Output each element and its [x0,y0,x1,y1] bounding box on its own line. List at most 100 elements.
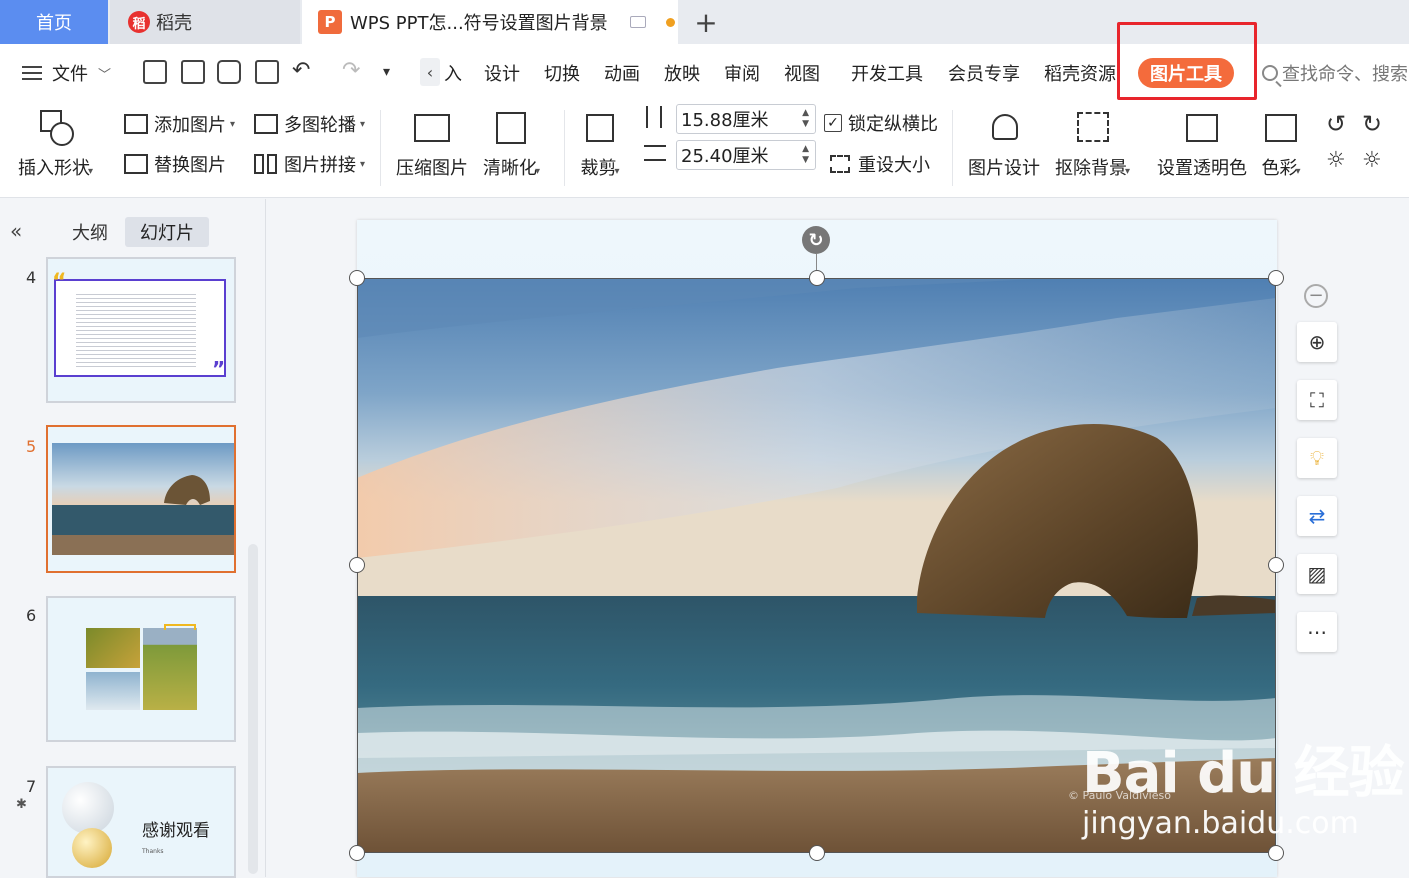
search-icon [1262,65,1278,81]
resize-handle-left[interactable] [349,557,365,573]
color-button[interactable]: 色彩▾ [1261,108,1301,180]
insert-shape-label: 插入形状 [18,158,90,179]
tab-home-label: 首页 [36,13,72,34]
brightness-up-icon[interactable]: ☼ [1326,148,1346,173]
tab-document[interactable]: P WPS PPT怎...符号设置图片背景 [302,0,678,44]
set-transparent-label: 设置透明色 [1157,158,1247,179]
slide-thumbnail-6[interactable] [46,596,236,742]
unsaved-dot-icon [665,17,675,27]
print-preview-icon[interactable] [255,60,279,84]
ribbon-separator [380,110,381,186]
tab-daoke-label: 稻壳 [156,13,192,34]
height-input[interactable]: 15.88厘米 ▲ ▼ [676,104,816,134]
rotate-handle-icon[interactable]: ↻ [802,226,830,254]
slide6-photo-3 [143,628,197,710]
float-crop-button[interactable]: ⛶ [1297,380,1337,420]
reset-size-label: 重设大小 [858,155,930,176]
hamburger-icon [22,66,42,80]
menu-animation[interactable]: 动画 [604,60,640,86]
collapse-panel-icon[interactable]: « [10,219,22,243]
slide6-photo-2 [86,672,140,710]
slide-thumbnail-7[interactable]: 感谢观看 Thanks [46,766,236,878]
slide5-thumb-photo [52,443,234,555]
slide-number: 7 [26,777,37,796]
tab-daoke[interactable]: 稻 稻壳 [110,0,300,44]
image-replace-icon [124,153,148,175]
tab-outline[interactable]: 大纲 [62,217,118,247]
reset-size-button[interactable]: 重设大小 [828,151,930,177]
remove-background-button[interactable]: 抠除背景▾ [1055,108,1130,180]
resize-handle-right[interactable] [1268,557,1284,573]
export-icon[interactable] [181,60,205,84]
slide-number: 6 [26,606,37,625]
compress-picture-button[interactable]: 压缩图片 [396,108,468,180]
menu-review[interactable]: 审阅 [724,60,760,86]
rotate-right-icon[interactable]: ↻ [1362,110,1382,138]
tab-slides[interactable]: 幻灯片 [125,217,209,247]
compress-label: 压缩图片 [396,158,468,179]
slide6-photo-1 [86,628,140,668]
undo-icon[interactable]: ↶ [292,58,310,83]
redo-icon[interactable]: ↷ [342,58,360,83]
checkbox-checked-icon: ✓ [824,114,842,132]
menu-daoke-resources[interactable]: 稻壳资源 [1044,60,1116,86]
menu-membership[interactable]: 会员专享 [948,60,1020,86]
set-transparent-button[interactable]: 设置透明色 [1157,108,1247,180]
convert-icon: ⇄ [1308,504,1326,528]
slide4-text-lines [76,291,196,367]
slide-thumbnail-5[interactable] [46,425,236,573]
width-input[interactable]: 25.40厘米 ▲ ▼ [676,140,816,170]
menu-insert[interactable]: 入 [444,60,462,86]
more-button[interactable]: ⋯ [1297,612,1337,652]
fill-button[interactable]: ▨ [1297,554,1337,594]
monitor-icon[interactable] [629,16,646,28]
width-spinner[interactable]: ▲ ▼ [802,144,809,166]
customize-quick-access-icon[interactable]: ▾ [383,64,390,80]
new-tab-button[interactable]: + [690,6,722,39]
menu-design[interactable]: 设计 [484,60,520,86]
watermark-url: jingyan.baidu.com [1082,806,1359,841]
print-icon[interactable] [217,60,241,84]
resize-handle-top[interactable] [809,270,825,286]
resize-handle-top-left[interactable] [349,270,365,286]
save-icon[interactable] [143,60,167,84]
insert-shape-button[interactable]: 插入形状▾ [18,108,93,180]
search-commands[interactable]: 查找命令、搜索 [1262,60,1408,86]
menu-view[interactable]: 视图 [784,60,820,86]
zoom-out-icon[interactable]: − [1304,284,1328,308]
sharpen-label: 清晰化 [483,158,537,179]
menu-developer[interactable]: 开发工具 [851,60,923,86]
file-menu[interactable]: 文件 ﹀ [22,60,111,86]
resize-handle-bottom-left[interactable] [349,845,365,861]
zoom-in-button[interactable]: ⊕ [1297,322,1337,362]
lock-ratio-checkbox[interactable]: ✓ 锁定纵横比 [824,110,938,136]
menu-transition[interactable]: 切换 [544,60,580,86]
height-value: 15.88厘米 [681,110,769,131]
menu-slideshow[interactable]: 放映 [664,60,700,86]
add-picture-label: 添加图片 [154,115,226,136]
ribbon-picture-tools: 插入形状▾ 添加图片 ▾ 替换图片 多图轮播 ▾ 图片拼接 ▾ 压缩图片 清晰化▾ 裁… [0,100,1409,198]
brightness-down-icon[interactable]: ☼ [1362,148,1382,173]
picture-collage-button[interactable]: 图片拼接 ▾ [254,151,365,177]
crop-button[interactable]: 裁剪▾ [580,108,620,180]
panel-scrollbar[interactable] [248,544,258,874]
slide-thumbnail-4[interactable]: “ ” [46,257,236,403]
multi-carousel-button[interactable]: 多图轮播 ▾ [254,111,365,137]
ribbon-scroll-left-button[interactable]: ‹ [420,58,440,86]
tab-home[interactable]: 首页 [0,0,108,44]
resize-handle-bottom[interactable] [809,845,825,861]
smart-tips-button[interactable]: 💡︎ [1297,438,1337,478]
slide6-accent [164,624,196,630]
replace-picture-button[interactable]: 替换图片 [124,151,226,177]
ribbon-separator [564,110,565,186]
picture-design-button[interactable]: 图片设计 [968,108,1040,180]
add-picture-button[interactable]: 添加图片 ▾ [124,111,235,137]
lightbulb-icon: 💡︎ [1310,446,1324,470]
slide7-title: 感谢观看 [142,821,210,841]
rotate-left-icon[interactable]: ↺ [1326,110,1346,138]
resize-handle-top-right[interactable] [1268,270,1284,286]
convert-button[interactable]: ⇄ [1297,496,1337,536]
resize-handle-bottom-right[interactable] [1268,845,1284,861]
height-spinner[interactable]: ▲ ▼ [802,108,809,130]
sharpen-button[interactable]: 清晰化▾ [483,108,540,180]
